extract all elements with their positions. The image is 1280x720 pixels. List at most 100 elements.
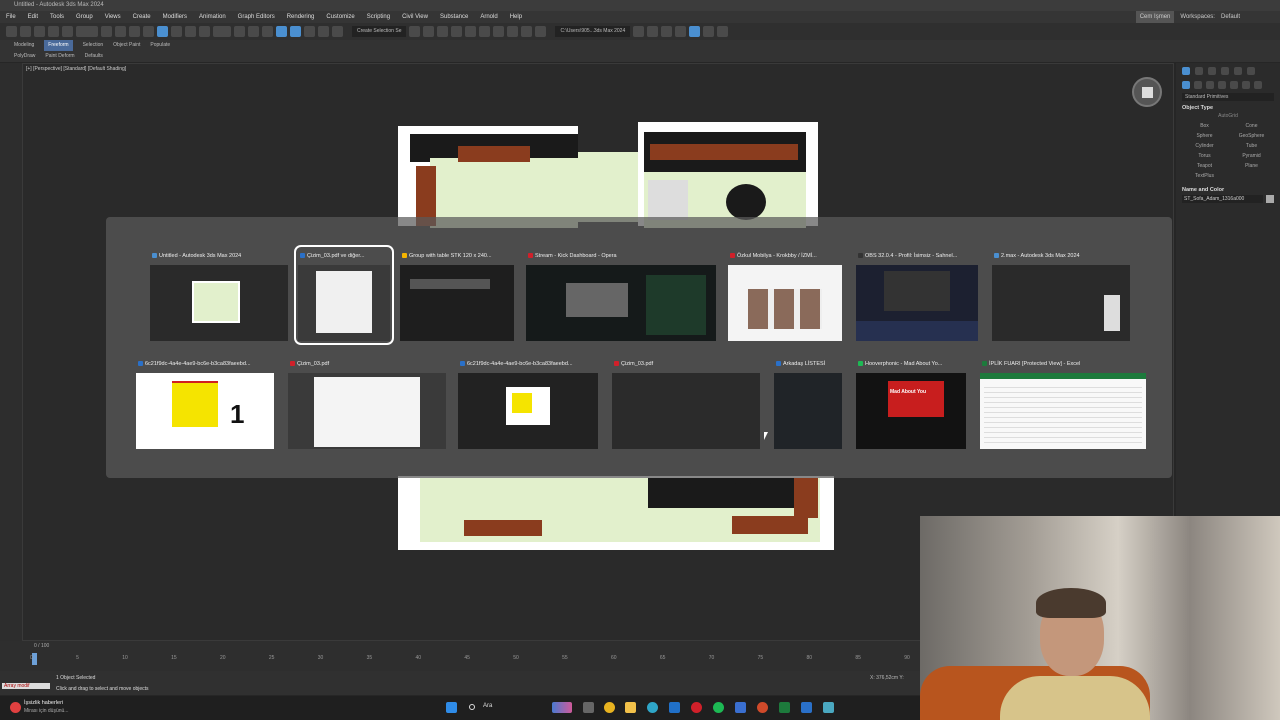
object-color-swatch[interactable]: [1266, 195, 1274, 203]
hierarchy-tab-icon[interactable]: [1208, 67, 1216, 75]
keyboard-shortcut-icon[interactable]: [262, 26, 273, 37]
cylinder-button[interactable]: Cylinder: [1184, 143, 1225, 149]
chrome-icon[interactable]: [604, 702, 615, 713]
ribbon-tab-modeling[interactable]: Modeling: [14, 40, 34, 51]
geosphere-button[interactable]: GeoSphere: [1231, 133, 1272, 139]
viewport-layout-2-icon[interactable]: [661, 26, 673, 37]
menu-arnold[interactable]: Arnold: [474, 11, 503, 23]
menu-group[interactable]: Group: [70, 11, 99, 23]
select-rotate-icon[interactable]: [171, 26, 182, 37]
edit-named-selection-icon[interactable]: [332, 26, 343, 37]
ribbon-tab-freeform[interactable]: Freeform: [44, 40, 73, 51]
copilot-icon[interactable]: [552, 702, 572, 713]
torus-button[interactable]: Torus: [1184, 153, 1225, 159]
material-editor-icon[interactable]: [493, 26, 505, 37]
textplus-button[interactable]: TextPlus: [1184, 173, 1225, 179]
box-button[interactable]: Box: [1184, 123, 1225, 129]
named-selection-set-field[interactable]: Create Selection Se: [352, 26, 407, 37]
select-move-icon[interactable]: [157, 26, 168, 37]
switcher-window-image-sign[interactable]: 6c21f9dc-4a4e-4ae9-bc6e-b3ca83faeebd... …: [136, 357, 274, 449]
command-panel-toggle-icon[interactable]: [689, 26, 701, 37]
selection-filter-icon[interactable]: [76, 26, 98, 37]
ribbon-panel-paint-deform[interactable]: Paint Deform: [45, 51, 74, 62]
3dsmax-icon[interactable]: [823, 702, 834, 713]
maxscript-listener-field[interactable]: Array modif: [2, 683, 50, 689]
menu-rendering[interactable]: Rendering: [281, 11, 321, 23]
schematic-view-icon[interactable]: [479, 26, 491, 37]
spotify-icon[interactable]: [713, 702, 724, 713]
task-view-icon[interactable]: [583, 702, 594, 713]
create-tab-icon[interactable]: [1182, 67, 1190, 75]
helpers-icon[interactable]: [1230, 81, 1238, 89]
menu-file[interactable]: File: [0, 11, 22, 23]
excel-icon[interactable]: [779, 702, 790, 713]
search-icon[interactable]: [469, 704, 475, 710]
pivot-center-icon[interactable]: [234, 26, 245, 37]
lights-icon[interactable]: [1206, 81, 1214, 89]
workspaces-dropdown[interactable]: Default: [1221, 11, 1240, 23]
manipulate-icon[interactable]: [248, 26, 259, 37]
undo-icon[interactable]: [6, 26, 17, 37]
switcher-window-excel[interactable]: İPLİK FUARI [Protected View] - Excel: [980, 357, 1146, 449]
menu-tools[interactable]: Tools: [44, 11, 70, 23]
percent-snap-icon[interactable]: [304, 26, 315, 37]
pyramid-button[interactable]: Pyramid: [1231, 153, 1272, 159]
project-path-field[interactable]: C:\Users\905...3ds Max 2024: [555, 26, 631, 37]
viewport-layout-icon[interactable]: [647, 26, 659, 37]
menu-graph-editors[interactable]: Graph Editors: [232, 11, 281, 23]
outlook-icon[interactable]: [669, 702, 680, 713]
viewport-layout-3-icon[interactable]: [675, 26, 687, 37]
modify-tab-icon[interactable]: [1195, 67, 1203, 75]
menu-help[interactable]: Help: [504, 11, 528, 23]
chrome-2-icon[interactable]: [757, 702, 768, 713]
switcher-window-group-table[interactable]: Group with table STK 120 x 240...: [400, 249, 514, 341]
name-color-header[interactable]: Name and Color: [1182, 187, 1280, 193]
scene-explorer-icon[interactable]: [703, 26, 715, 37]
unlink-icon[interactable]: [48, 26, 59, 37]
mirror-icon[interactable]: [409, 26, 421, 37]
toggle-ribbon-icon[interactable]: [451, 26, 463, 37]
ribbon-panel-defaults[interactable]: Defaults: [85, 51, 103, 62]
plane-button[interactable]: Plane: [1231, 163, 1272, 169]
layer-explorer-icon[interactable]: [437, 26, 449, 37]
spacewarps-icon[interactable]: [1242, 81, 1250, 89]
curve-editor-icon[interactable]: [465, 26, 477, 37]
window-crossing-icon[interactable]: [143, 26, 154, 37]
sphere-button[interactable]: Sphere: [1184, 133, 1225, 139]
news-widget-title[interactable]: İşsizlik haberleri: [24, 700, 63, 706]
coordinate-readout[interactable]: X: 376,52cm Y:: [870, 675, 904, 681]
bind-space-warp-icon[interactable]: [62, 26, 73, 37]
object-type-header[interactable]: Object Type: [1182, 105, 1280, 111]
news-widget-icon[interactable]: [10, 702, 21, 713]
render-setup-icon[interactable]: [507, 26, 519, 37]
user-account[interactable]: Cem Işmen: [1135, 11, 1175, 23]
menu-civil-view[interactable]: Civil View: [396, 11, 434, 23]
reference-coord-dropdown[interactable]: [213, 26, 231, 37]
switcher-window-3dsmax-untitled[interactable]: Untitled - Autodesk 3ds Max 2024: [150, 249, 288, 341]
align-icon[interactable]: [423, 26, 435, 37]
viewcube-icon[interactable]: [1132, 77, 1162, 107]
primitive-type-dropdown[interactable]: Standard Primitives: [1182, 93, 1274, 101]
opera-icon[interactable]: [691, 702, 702, 713]
switcher-window-spotify[interactable]: Hooverphonic - Mad About Yo... Mad About…: [856, 357, 966, 449]
project-folder-icon[interactable]: [633, 26, 645, 37]
place-icon[interactable]: [199, 26, 210, 37]
link-icon[interactable]: [34, 26, 45, 37]
switcher-window-3dsmax-2max[interactable]: 2.max - Autodesk 3ds Max 2024: [992, 249, 1130, 341]
utilities-tab-icon[interactable]: [1247, 67, 1255, 75]
time-slider-counter[interactable]: 0 / 100: [34, 643, 49, 649]
spinner-snap-icon[interactable]: [318, 26, 329, 37]
cone-button[interactable]: Cone: [1231, 123, 1272, 129]
switcher-window-ozkul-mobilya[interactable]: Özkul Mobilya - Krokbby / İZMİ...: [728, 249, 842, 341]
ribbon-tab-object-paint[interactable]: Object Paint: [113, 40, 140, 51]
switcher-window-opera-kick[interactable]: Stream - Kick Dashboard - Opera: [526, 249, 716, 341]
menu-modifiers[interactable]: Modifiers: [157, 11, 193, 23]
edge-icon[interactable]: [647, 702, 658, 713]
select-by-name-icon[interactable]: [115, 26, 126, 37]
switcher-window-obs[interactable]: OBS 32.0.4 - Profil: İsimsiz - Sahnel...: [856, 249, 978, 341]
menu-customize[interactable]: Customize: [320, 11, 360, 23]
file-explorer-icon[interactable]: [625, 702, 636, 713]
menu-views[interactable]: Views: [99, 11, 127, 23]
redo-icon[interactable]: [20, 26, 31, 37]
pdf-reader-icon[interactable]: [801, 702, 812, 713]
